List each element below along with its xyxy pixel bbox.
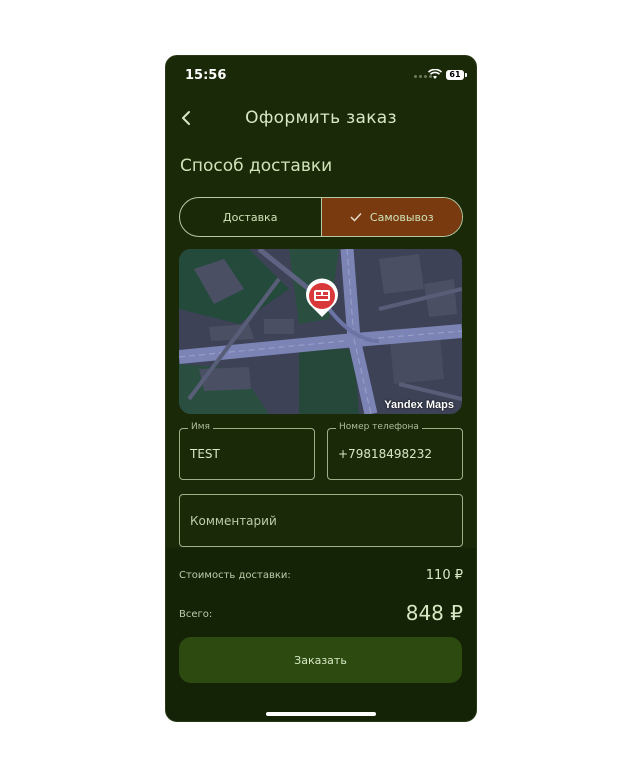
total-value: 848 ₽	[405, 601, 463, 625]
phone-field-value: +79818498232	[338, 447, 433, 461]
status-bar: 15:56 61	[166, 56, 476, 94]
check-icon	[350, 212, 362, 222]
delivery-cost-value: 110 ₽	[425, 568, 463, 583]
phone-field-label: Номер телефона	[336, 422, 422, 432]
delivery-cost-label: Стоимость доставки:	[179, 570, 291, 581]
delivery-option-label: Доставка	[223, 210, 278, 224]
app-screen: 15:56 61 Оформить заказ Способ доставки …	[165, 55, 477, 722]
comment-field-placeholder: Комментарий	[190, 514, 277, 528]
order-button-label: Заказать	[294, 653, 347, 667]
delivery-method-title: Способ доставки	[180, 156, 333, 176]
status-time: 15:56	[185, 68, 227, 83]
name-field-label: Имя	[188, 422, 213, 432]
total-label: Всего:	[179, 609, 213, 620]
name-field[interactable]: Имя TEST	[179, 422, 315, 480]
delivery-option-pickup[interactable]: Самовывоз	[320, 198, 462, 236]
map-brand-label: Yandex Maps	[384, 399, 454, 411]
name-field-value: TEST	[190, 447, 220, 461]
phone-field[interactable]: Номер телефона +79818498232	[327, 422, 463, 480]
pickup-option-label: Самовывоз	[369, 210, 434, 224]
page-title: Оформить заказ	[245, 108, 397, 128]
battery-icon: 61	[446, 70, 467, 80]
order-button[interactable]: Заказать	[179, 637, 462, 683]
comment-field[interactable]: Комментарий	[179, 494, 463, 547]
home-indicator	[266, 712, 376, 716]
delivery-method-toggle: Доставка Самовывоз	[179, 197, 463, 237]
wifi-icon	[428, 69, 442, 79]
map-image	[179, 249, 462, 414]
delivery-option-delivery[interactable]: Доставка	[180, 198, 321, 236]
map-view[interactable]: Yandex Maps	[179, 249, 462, 414]
header: Оформить заказ	[166, 102, 476, 134]
